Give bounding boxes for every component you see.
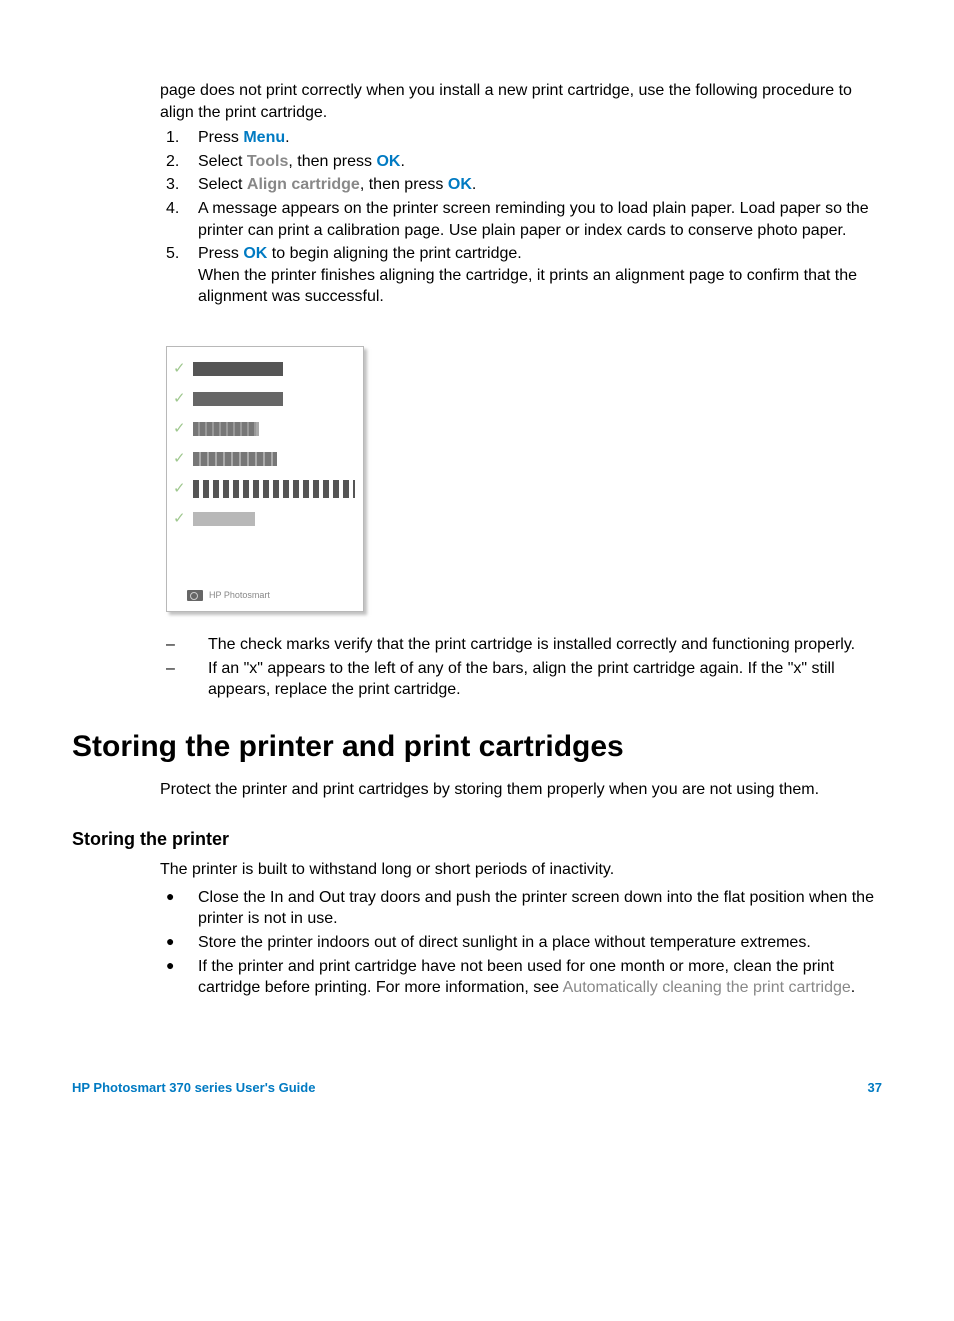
step-text: A message appears on the printer screen … xyxy=(198,198,882,241)
check-icon: ✓ xyxy=(173,451,189,466)
heading-storing-printer: Storing the printer xyxy=(72,827,882,851)
bullet-marker: ● xyxy=(166,887,198,930)
page-footer: HP Photosmart 370 series User's Guide 37 xyxy=(72,1079,882,1097)
bullet-text: Store the printer indoors out of direct … xyxy=(198,932,882,954)
test-bar xyxy=(193,480,355,498)
step-4: 4. A message appears on the printer scre… xyxy=(166,198,882,241)
ok-label: OK xyxy=(448,176,472,193)
bullet-close-trays: ● Close the In and Out tray doors and pu… xyxy=(166,887,882,930)
storing-printer-list: ● Close the In and Out tray doors and pu… xyxy=(166,887,882,999)
alignment-page-sample: ✓ ✓ ✓ ✓ ✓ ✓ HP Photosmart xyxy=(166,346,364,612)
bullet-clean-cartridge: ● If the printer and print cartridge hav… xyxy=(166,956,882,999)
step-number: 1. xyxy=(166,127,198,149)
note-text: If an "x" appears to the left of any of … xyxy=(208,658,882,701)
alignment-steps-list: 1. Press Menu. 2. Select Tools, then pre… xyxy=(166,127,882,308)
step-text: Press Menu. xyxy=(198,127,882,149)
result-notes-list: – The check marks verify that the print … xyxy=(166,634,882,701)
storing-printer-intro: The printer is built to withstand long o… xyxy=(160,859,882,881)
step-1: 1. Press Menu. xyxy=(166,127,882,149)
cross-ref-auto-clean[interactable]: Automatically cleaning the print cartrid… xyxy=(563,979,851,996)
note-text: The check marks verify that the print ca… xyxy=(208,634,882,656)
step-text: Press OK to begin aligning the print car… xyxy=(198,243,882,308)
step-text: Select Align cartridge, then press OK. xyxy=(198,174,882,196)
step-number: 3. xyxy=(166,174,198,196)
figure-footer-text: HP Photosmart xyxy=(209,589,270,601)
ok-label: OK xyxy=(243,245,267,262)
heading-storing-printer-cartridges: Storing the printer and print cartridges xyxy=(72,727,882,768)
check-icon: ✓ xyxy=(173,511,189,526)
check-icon: ✓ xyxy=(173,361,189,376)
intro-paragraph: page does not print correctly when you i… xyxy=(160,80,882,123)
step-number: 5. xyxy=(166,243,198,308)
check-icon: ✓ xyxy=(173,481,189,496)
check-icon: ✓ xyxy=(173,391,189,406)
test-bar xyxy=(193,422,259,436)
step-5: 5. Press OK to begin aligning the print … xyxy=(166,243,882,308)
dash-marker: – xyxy=(166,658,208,701)
test-bar xyxy=(193,392,283,406)
note-x: – If an "x" appears to the left of any o… xyxy=(166,658,882,701)
step-number: 4. xyxy=(166,198,198,241)
footer-page-number: 37 xyxy=(868,1079,882,1097)
storing-intro: Protect the printer and print cartridges… xyxy=(160,779,882,801)
hp-logo-icon xyxy=(187,590,203,601)
alignment-page-figure: ✓ ✓ ✓ ✓ ✓ ✓ HP Photosmart xyxy=(166,346,364,612)
menu-label: Menu xyxy=(243,129,285,146)
bullet-store-indoors: ● Store the printer indoors out of direc… xyxy=(166,932,882,954)
bullet-text: Close the In and Out tray doors and push… xyxy=(198,887,882,930)
bullet-marker: ● xyxy=(166,956,198,999)
tools-label: Tools xyxy=(247,153,288,170)
test-bar xyxy=(193,452,277,466)
step-2: 2. Select Tools, then press OK. xyxy=(166,151,882,173)
test-bar xyxy=(193,362,283,376)
bullet-text: If the printer and print cartridge have … xyxy=(198,956,882,999)
bullet-marker: ● xyxy=(166,932,198,954)
footer-guide-title: HP Photosmart 370 series User's Guide xyxy=(72,1079,315,1097)
test-bar xyxy=(193,512,255,526)
step-number: 2. xyxy=(166,151,198,173)
step-3: 3. Select Align cartridge, then press OK… xyxy=(166,174,882,196)
check-icon: ✓ xyxy=(173,421,189,436)
step-text: Select Tools, then press OK. xyxy=(198,151,882,173)
dash-marker: – xyxy=(166,634,208,656)
note-checkmarks: – The check marks verify that the print … xyxy=(166,634,882,656)
ok-label: OK xyxy=(376,153,400,170)
align-cartridge-label: Align cartridge xyxy=(247,176,360,193)
